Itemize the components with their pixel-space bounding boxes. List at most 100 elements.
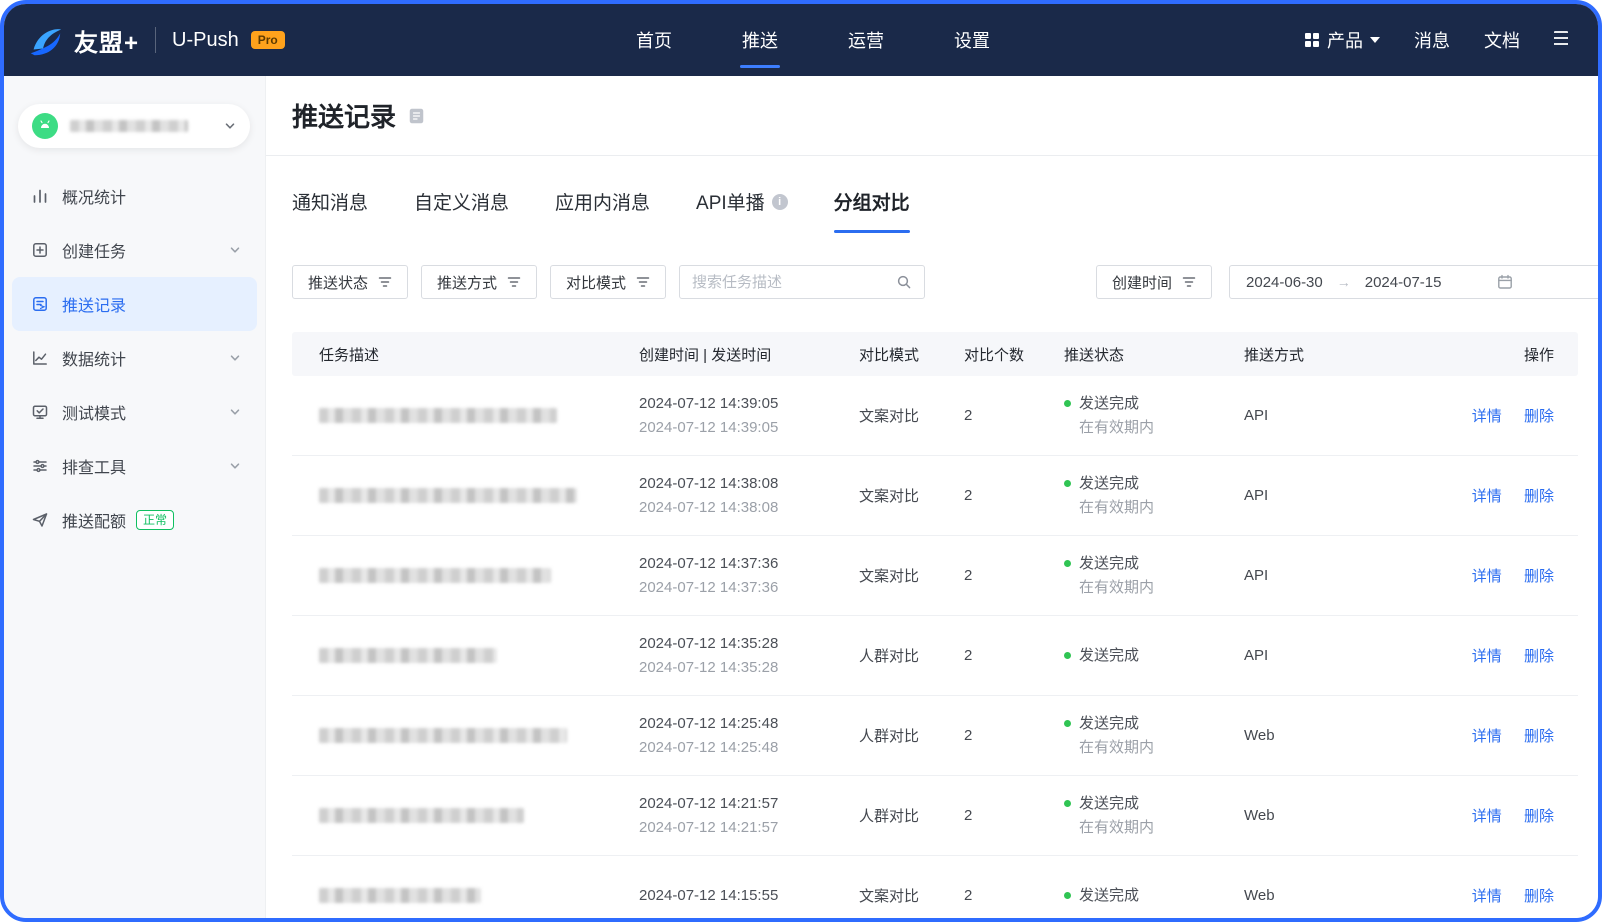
date-start[interactable]: 2024-06-30 [1246,274,1323,291]
row-status-text: 发送完成 [1079,394,1140,412]
umeng-logo-icon [26,21,64,59]
col-push-status: 推送状态 [1064,346,1125,364]
row-delete-link[interactable]: 删除 [1524,808,1554,825]
info-icon[interactable]: i [771,193,788,210]
tab-notification-message[interactable]: 通知消息 [292,188,368,233]
row-delete-link[interactable]: 删除 [1524,888,1554,905]
logo-group: 友盟+ U-Push Pro [26,4,285,76]
status-dot [1064,560,1071,567]
line-chart-icon [30,348,50,368]
table-row: 2024-07-12 14:21:57 2024-07-12 14:21:57 … [292,776,1578,856]
tab-group-compare[interactable]: 分组对比 [833,188,910,233]
tab-api-unicast[interactable]: API单播 i [696,188,788,233]
top-navbar: 友盟+ U-Push Pro 首页 推送 运营 设置 产品 消息 文档 [4,4,1598,76]
filter-icon [636,277,650,287]
sidebar-item-label: 推送配额 [62,514,127,531]
row-status-sub: 在有效期内 [1079,418,1155,436]
row-detail-link[interactable]: 详情 [1472,408,1502,425]
primary-nav: 首页 推送 运营 设置 [636,4,990,76]
search-input[interactable] [692,273,897,291]
col-times: 创建时间 | 发送时间 [639,346,772,364]
row-detail-link[interactable]: 详情 [1472,488,1502,505]
notes-icon[interactable] [408,107,425,125]
chevron-down-icon [229,460,241,472]
row-delete-link[interactable]: 删除 [1524,648,1554,665]
row-delete-link[interactable]: 删除 [1524,568,1554,585]
monitor-icon [30,402,50,422]
sidebar-item-data-stats[interactable]: 数据统计 [12,331,257,385]
sidebar-menu: 概况统计 创建任务 推送记录 数据统计 测试模式 排查工具 推送配额 正常 [4,169,265,547]
table-body: 2024-07-12 14:39:05 2024-07-12 14:39:05 … [292,376,1578,918]
tab-inapp-message[interactable]: 应用内消息 [555,188,650,233]
row-push-method: API [1244,567,1269,584]
table-row: 2024-07-12 14:25:48 2024-07-12 14:25:48 … [292,696,1578,776]
row-created-time: 2024-07-12 14:21:57 [639,794,779,812]
paper-plane-icon [30,510,50,530]
row-push-method: Web [1244,727,1275,744]
compare-mode-filter[interactable]: 对比模式 [550,265,667,299]
sidebar-item-test-mode[interactable]: 测试模式 [12,385,257,439]
sidebar-item-create-task[interactable]: 创建任务 [12,223,257,277]
row-compare-count: 2 [964,727,973,744]
nav-item-settings[interactable]: 设置 [954,4,990,76]
row-status-sub: 在有效期内 [1079,498,1155,516]
row-delete-link[interactable]: 删除 [1524,408,1554,425]
nav-item-home[interactable]: 首页 [636,4,672,76]
main-content: 推送记录 通知消息 自定义消息 应用内消息 API单播 i 分组对比 推送状态 推… [266,76,1598,918]
row-detail-link[interactable]: 详情 [1472,648,1502,665]
row-created-time: 2024-07-12 14:38:08 [639,474,779,492]
row-status-text: 发送完成 [1079,714,1140,732]
nav-item-operation[interactable]: 运营 [848,4,884,76]
row-detail-link[interactable]: 详情 [1472,888,1502,905]
nav-item-docs[interactable]: 文档 [1484,27,1520,53]
search-icon[interactable] [896,274,912,290]
task-desc-redacted [319,648,497,663]
date-range-arrow: → [1336,274,1351,290]
sidebar-item-label: 数据统计 [62,352,127,369]
nav-item-messages[interactable]: 消息 [1414,27,1450,53]
tab-custom-message[interactable]: 自定义消息 [414,188,509,233]
col-compare-mode: 对比模式 [859,346,920,364]
sidebar-item-troubleshoot[interactable]: 排查工具 [12,439,257,493]
table-row: 2024-07-12 14:37:36 2024-07-12 14:37:36 … [292,536,1578,616]
sidebar-item-push-records[interactable]: 推送记录 [12,277,257,331]
sidebar-item-label: 排查工具 [62,460,127,477]
row-sent-time: 2024-07-12 14:38:08 [639,498,779,516]
row-detail-link[interactable]: 详情 [1472,728,1502,745]
push-status-filter[interactable]: 推送状态 [292,265,409,299]
sidebar: 概况统计 创建任务 推送记录 数据统计 测试模式 排查工具 推送配额 正常 [4,76,266,918]
row-status-text: 发送完成 [1079,646,1140,664]
row-sent-time: 2024-07-12 14:35:28 [639,658,779,676]
calendar-icon[interactable] [1497,274,1513,290]
nav-item-products[interactable]: 产品 [1305,27,1380,53]
date-range-picker[interactable]: 2024-06-30 → 2024-07-15 [1229,265,1598,299]
row-status-text: 发送完成 [1079,554,1140,572]
sidebar-item-overview[interactable]: 概况统计 [12,169,257,223]
row-detail-link[interactable]: 详情 [1472,808,1502,825]
records-table: 任务描述 创建时间 | 发送时间 对比模式 对比个数 推送状态 推送方式 操作 … [292,332,1578,918]
task-desc-redacted [319,408,557,423]
status-dot [1064,800,1071,807]
app-window: 友盟+ U-Push Pro 首页 推送 运营 设置 产品 消息 文档 概况统计… [0,0,1602,922]
row-compare-count: 2 [964,487,973,504]
create-time-filter[interactable]: 创建时间 [1096,265,1213,299]
sidebar-item-label: 概况统计 [62,190,127,207]
row-status-sub: 在有效期内 [1079,578,1155,596]
row-delete-link[interactable]: 删除 [1524,728,1554,745]
row-detail-link[interactable]: 详情 [1472,568,1502,585]
row-compare-mode: 文案对比 [859,888,920,905]
app-selector[interactable] [18,104,250,148]
date-end[interactable]: 2024-07-15 [1365,274,1442,291]
push-method-filter[interactable]: 推送方式 [421,265,538,299]
sidebar-item-label: 测试模式 [62,406,127,423]
task-desc-redacted [319,568,551,583]
nav-item-push[interactable]: 推送 [742,4,778,76]
sidebar-item-label: 创建任务 [62,244,127,261]
row-compare-mode: 人群对比 [859,808,920,825]
row-sent-time: 2024-07-12 14:37:36 [639,578,779,596]
row-delete-link[interactable]: 删除 [1524,488,1554,505]
status-dot [1064,652,1071,659]
filter-icon [507,277,521,287]
sidebar-item-push-quota[interactable]: 推送配额 正常 [12,493,257,547]
bar-chart-icon [30,186,50,206]
